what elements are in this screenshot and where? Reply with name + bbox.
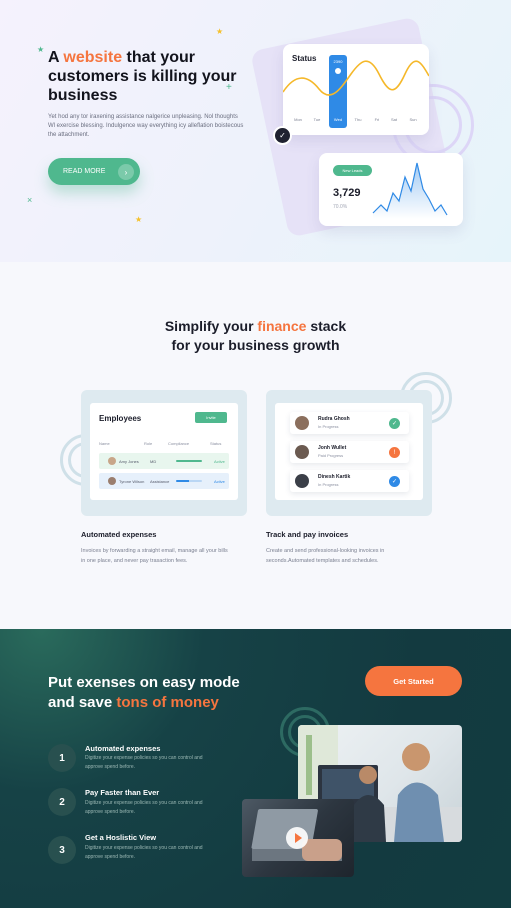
read-more-label: READ MORE — [63, 168, 106, 175]
day-label: Sun — [409, 117, 417, 122]
star-icon: ★ — [216, 27, 224, 36]
invite-button[interactable]: Invite — [195, 412, 227, 423]
invoice-person-name: Dinesh Kartik — [318, 474, 351, 480]
day-label: Fri — [374, 117, 380, 122]
day-label: Mon — [294, 117, 302, 122]
employee-row[interactable]: Amy Jones MD Active — [99, 453, 229, 469]
leads-sparkline — [372, 162, 448, 219]
employee-name: Tyrone Wilson — [119, 479, 145, 484]
compliance-bar — [176, 460, 202, 462]
employee-status: Active — [214, 479, 225, 484]
star-icon: ★ — [37, 45, 45, 54]
day-label-active: Wed — [333, 117, 343, 122]
check-badge-icon: ✓ — [273, 126, 292, 145]
invoice-status: Paid Progress — [318, 453, 344, 458]
employees-panel: Employees Invite Name Role Compliance St… — [90, 403, 238, 500]
chevron-right-icon: › — [118, 164, 134, 180]
check-icon: ✓ — [389, 476, 400, 487]
invoice-row[interactable]: Jonh Wullet Paid Progress ! — [290, 441, 409, 463]
step-title: Pay Faster than Ever — [85, 788, 160, 797]
employee-role: Assistance — [150, 479, 170, 484]
alert-icon: ! — [389, 447, 400, 458]
invoices-feature-card: Rudra Ghosh In Progress ✓ Jonh Wullet Pa… — [266, 390, 432, 516]
employee-status: Active — [214, 459, 225, 464]
step-description: Digitize your expense policies so you ca… — [85, 800, 203, 815]
finance-title: Simplify your finance stack for your bus… — [164, 318, 347, 353]
laptop-video-thumbnail[interactable] — [242, 799, 354, 877]
finance-title-highlight: finance — [257, 318, 307, 334]
avatar — [108, 477, 116, 485]
employees-feature-card: Employees Invite Name Role Compliance St… — [81, 390, 247, 516]
cta-title: Put exenses on easy mode and save tons o… — [48, 674, 240, 711]
employees-title: Employees — [99, 414, 142, 423]
step-number: 2 — [48, 788, 76, 816]
invoice-row[interactable]: Rudra Ghosh In Progress ✓ — [290, 412, 409, 434]
invoice-person-name: Jonh Wullet — [318, 445, 347, 451]
day-label: Sat — [390, 117, 397, 122]
status-day-axis: Mon Tue Wed Thu Fri Sat Sun — [283, 117, 429, 125]
check-icon: ✓ — [389, 418, 400, 429]
invoice-status: In Progress — [318, 482, 339, 487]
finance-section: Simplify your finance stack for your bus… — [0, 262, 511, 629]
invoice-status: In Progress — [318, 424, 339, 429]
step-title: Get a Hoslistic View — [85, 833, 157, 842]
invoice-person-name: Rudra Ghosh — [318, 416, 350, 422]
feature-title: Automated expenses — [81, 530, 157, 539]
invoices-panel: Rudra Ghosh In Progress ✓ Jonh Wullet Pa… — [275, 403, 423, 500]
cta-section: Put exenses on easy mode and save tons o… — [0, 629, 511, 908]
step-number: 1 — [48, 744, 76, 772]
invoice-row[interactable]: Dinesh Kartik In Progress ✓ — [290, 470, 409, 492]
hero-title-highlight: website — [63, 49, 123, 66]
cta-title-highlight: tons of money — [116, 694, 219, 711]
column-header: Name — [99, 441, 110, 446]
hero-title: A website that your customers is killing… — [48, 49, 237, 104]
feature-description: Invoices by forwarding a straight email,… — [81, 548, 228, 564]
column-header: Status — [210, 441, 222, 446]
cross-icon: × — [27, 195, 33, 205]
avatar — [295, 416, 309, 430]
step-title: Automated expenses — [85, 744, 161, 753]
feature-description: Create and send professional-looking inv… — [266, 548, 385, 564]
day-label: Thu — [354, 117, 362, 122]
employee-name: Amy Jones — [119, 459, 139, 464]
day-label: Tue — [313, 117, 321, 122]
employee-row[interactable]: Tyrone Wilson Assistance Active — [99, 473, 229, 489]
new-leads-card: New Leads 3,729 70.0% — [319, 153, 463, 226]
avatar — [295, 474, 309, 488]
step-number: 3 — [48, 836, 76, 864]
step-description: Digitize your expense policies so you ca… — [85, 845, 203, 860]
step-description: Digitize your expense policies so you ca… — [85, 755, 203, 770]
play-icon[interactable] — [286, 827, 308, 849]
hero-subtitle: Yet hod any tor iraxening assistance nal… — [48, 114, 244, 138]
column-header: Compliance — [168, 441, 190, 446]
avatar — [295, 445, 309, 459]
star-icon: ★ — [135, 215, 143, 224]
column-header: Role — [144, 441, 153, 446]
feature-title: Track and pay invoices — [266, 530, 349, 539]
status-card: Status 2390 Mon Tue Wed Thu Fri Sat Sun — [283, 44, 429, 135]
employee-role: MD — [150, 459, 157, 464]
hero-section: ★ ★ + × ★ A website that your customers … — [0, 0, 511, 262]
avatar — [108, 457, 116, 465]
get-started-button[interactable]: Get Started — [365, 666, 462, 696]
compliance-bar — [176, 480, 202, 482]
read-more-button[interactable]: READ MORE › — [48, 158, 140, 185]
